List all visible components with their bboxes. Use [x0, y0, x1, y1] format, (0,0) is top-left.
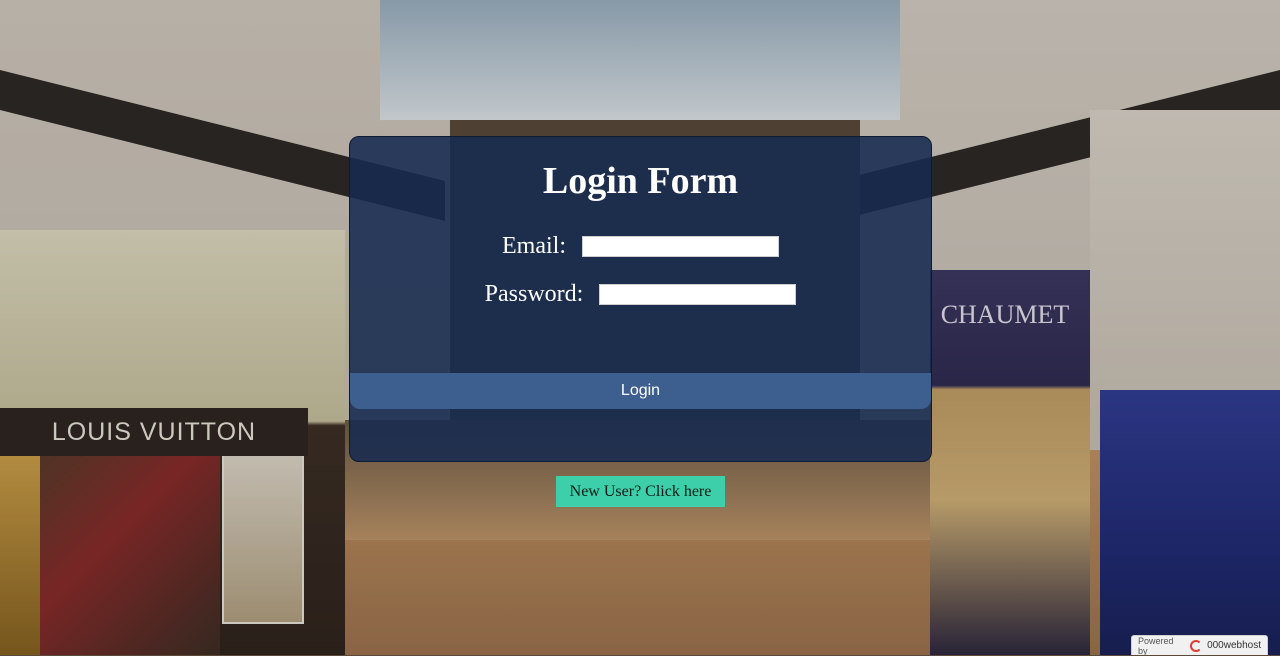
new-user-link[interactable]: New User? Click here — [556, 476, 725, 507]
powered-by-label: Powered by — [1138, 635, 1174, 656]
email-row: Email: — [350, 233, 931, 260]
webhost-logo-icon — [1190, 639, 1203, 652]
powered-by-badge[interactable]: Powered by 000webhost — [1131, 635, 1268, 656]
form-title: Login Form — [542, 160, 739, 202]
login-button[interactable]: Login — [350, 373, 931, 409]
email-label: Email: — [502, 233, 566, 259]
login-form: Login Form Email: Password: Login — [349, 136, 932, 462]
webhost-brand: 000webhost — [1207, 640, 1261, 651]
password-label: Password: — [484, 281, 584, 307]
password-row: Password: — [350, 281, 931, 308]
email-field[interactable] — [581, 236, 779, 257]
password-field[interactable] — [599, 284, 797, 305]
